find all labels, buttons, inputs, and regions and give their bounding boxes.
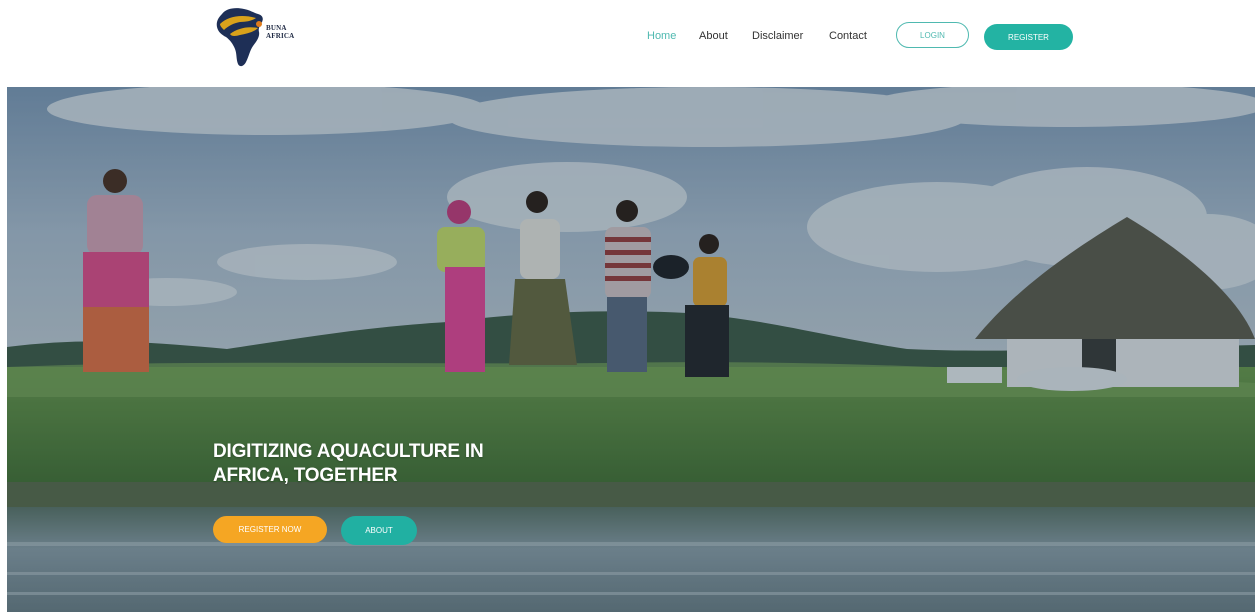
hero-title: DIGITIZING AQUACULTURE IN AFRICA, TOGETH… bbox=[213, 440, 533, 488]
nav-contact[interactable]: Contact bbox=[829, 30, 867, 42]
about-button[interactable]: ABOUT bbox=[341, 516, 417, 545]
hero-banner: DIGITIZING AQUACULTURE IN AFRICA, TOGETH… bbox=[7, 87, 1255, 612]
nav-disclaimer[interactable]: Disclaimer bbox=[752, 30, 803, 42]
hero-title-line2: AFRICA, TOGETHER bbox=[213, 465, 398, 486]
nav-home[interactable]: Home bbox=[647, 30, 676, 42]
register-now-button[interactable]: REGISTER NOW bbox=[213, 516, 327, 543]
register-button[interactable]: REGISTER bbox=[984, 24, 1073, 50]
hero-title-line1: DIGITIZING AQUACULTURE IN bbox=[213, 441, 484, 462]
hero-overlay bbox=[7, 87, 1255, 612]
nav-about[interactable]: About bbox=[699, 30, 728, 42]
main-nav: Home About Disclaimer Contact LOGIN REGI… bbox=[0, 0, 1255, 87]
page: BUNA AFRICA Home About Disclaimer Contac… bbox=[0, 0, 1255, 612]
login-button[interactable]: LOGIN bbox=[896, 22, 969, 48]
site-header: BUNA AFRICA Home About Disclaimer Contac… bbox=[0, 0, 1255, 87]
